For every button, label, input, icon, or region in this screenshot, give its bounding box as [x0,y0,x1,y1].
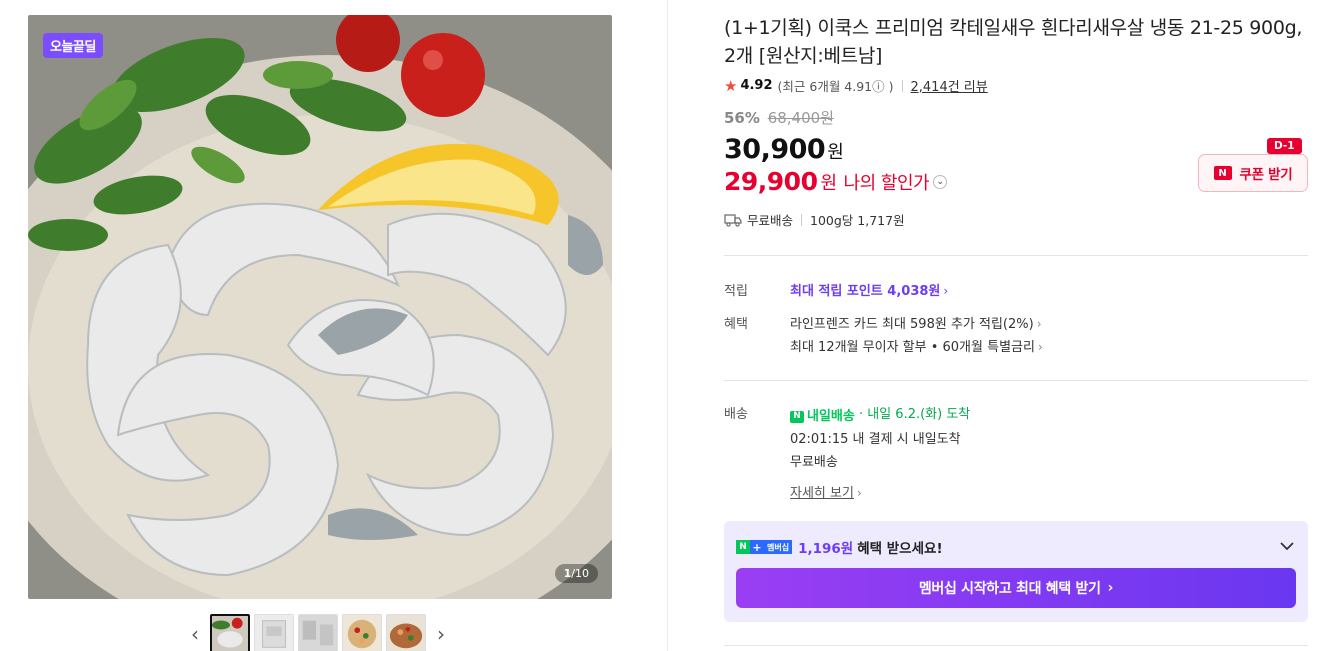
thumb-next-icon[interactable]: › [430,614,452,651]
my-price-unit: 원 [820,172,837,194]
thumb-prev-icon[interactable]: ‹ [184,614,206,651]
chevron-down-icon[interactable]: ⌄ [933,174,948,189]
chevron-right-icon: › [1037,340,1043,354]
image-counter: 1/10 [554,564,598,583]
thumbnail-1[interactable] [210,614,250,651]
product-title: (1+1기획) 이쿡스 프리미엄 칵테일새우 흰다리새우살 냉동 21-25 9… [724,17,1303,67]
recent-rating[interactable]: (최근 6개월 4.91ⓘ ) [778,76,894,95]
delivery-fee: 무료배송 [790,455,838,470]
thumbnail-5[interactable] [386,614,426,651]
naver-n-icon: N [790,410,804,423]
points-row: 적립 최대 적립 포인트 4,038원 › [724,280,1308,299]
product-main-image[interactable]: 오늘끝딜 1/10 [28,15,612,599]
rating-value: 4.92 [740,78,773,93]
my-price-label: 나의 할인가 [843,172,930,194]
image-counter-total: /10 [571,567,589,580]
membership-start-button[interactable]: 멤버십 시작하고 최대 혜택 받기 › [736,568,1296,608]
today-deal-badge: 오늘끝딜 [43,33,103,58]
star-icon: ★ [724,76,738,95]
chevron-right-icon: › [1036,317,1042,331]
chevron-right-icon: › [856,486,862,500]
shipping-row: 무료배송 100g당 1,717원 [724,210,1308,229]
points-key: 적립 [724,284,748,299]
thumbnail-2[interactable] [254,614,294,651]
delivery-more-link[interactable]: 자세히 보기 [790,486,854,501]
membership-text: 혜택 받으세요! [857,541,943,557]
installment-link[interactable]: 최대 12개월 무이자 할부 • 60개월 특별금리 [790,340,1035,355]
chevron-down-icon[interactable] [1278,537,1296,555]
membership-button-label: 멤버십 시작하고 최대 혜택 받기 [918,581,1101,597]
unit-price: 100g당 1,717원 [810,213,905,228]
thumbnail-4[interactable] [342,614,382,651]
card-benefit-link[interactable]: 라인프렌즈 카드 최대 598원 추가 적립(2%) [790,317,1034,332]
coupon-deadline-tag: D-1 [1267,138,1302,158]
coupon-button-label: 쿠폰 받기 [1239,167,1293,183]
my-price-value: 29,900 [724,167,818,196]
shipping-fee: 무료배송 [747,213,794,228]
divider [901,79,903,92]
divider [801,213,803,226]
section-divider [724,380,1308,381]
delivery-deadline: 02:01:15 내 결제 시 내일도착 [790,432,961,447]
sale-price-value: 30,900 [724,134,826,165]
delivery-key: 배송 [724,407,748,422]
arrival-date: · 내일 6.2.(화) 도착 [858,407,971,422]
chevron-right-icon: › [1107,580,1114,596]
max-points-link[interactable]: 최대 적립 포인트 4,038원 [790,284,940,299]
membership-tag: 멤버십 [764,540,793,554]
delivery-row: 배송 N 내일배송 · 내일 6.2.(화) 도착 02:01:15 내 결제 시… [724,403,1308,505]
benefit-row: 혜택 라인프렌즈 카드 최대 598원 추가 적립(2%) › 최대 12개월 무… [724,313,1308,359]
benefit-key: 혜택 [724,317,748,332]
membership-headline: N + 멤버십 1,196원 혜택 받으세요! [736,537,943,557]
column-divider [667,0,668,651]
coupon-button[interactable]: N 쿠폰 받기 [1198,154,1308,192]
sale-price-unit: 원 [827,142,844,163]
truck-icon [724,213,742,227]
tomorrow-delivery-label: 내일배송 [807,409,855,424]
thumbnail-strip: ‹ › [184,614,452,651]
rating-row: ★ 4.92 (최근 6개월 4.91ⓘ ) 2,414건 리뷰 [724,76,1308,96]
product-info: (1+1기획) 이쿡스 프리미엄 칵테일새우 흰다리새우살 냉동 21-25 9… [724,14,1308,505]
naver-n-icon: N [1213,166,1232,180]
membership-amount: 1,196원 [798,541,854,557]
discount-percent: 56% [724,109,760,127]
original-price: 68,400원 [767,109,834,127]
chevron-right-icon: › [943,284,949,298]
membership-banner: N + 멤버십 1,196원 혜택 받으세요! 멤버십 시작하고 최대 혜택 받기 … [724,521,1308,622]
shrimp-photo [28,15,612,599]
section-divider [724,645,1308,646]
reviews-link[interactable]: 2,414건 리뷰 [911,76,988,95]
thumbnail-3[interactable] [298,614,338,651]
tomorrow-delivery-badge: N 내일배송 [790,405,855,428]
naver-plus-membership-icon: N + 멤버십 [736,540,793,554]
discount-row: 56% 68,400원 [724,107,1308,128]
section-divider [724,255,1308,256]
